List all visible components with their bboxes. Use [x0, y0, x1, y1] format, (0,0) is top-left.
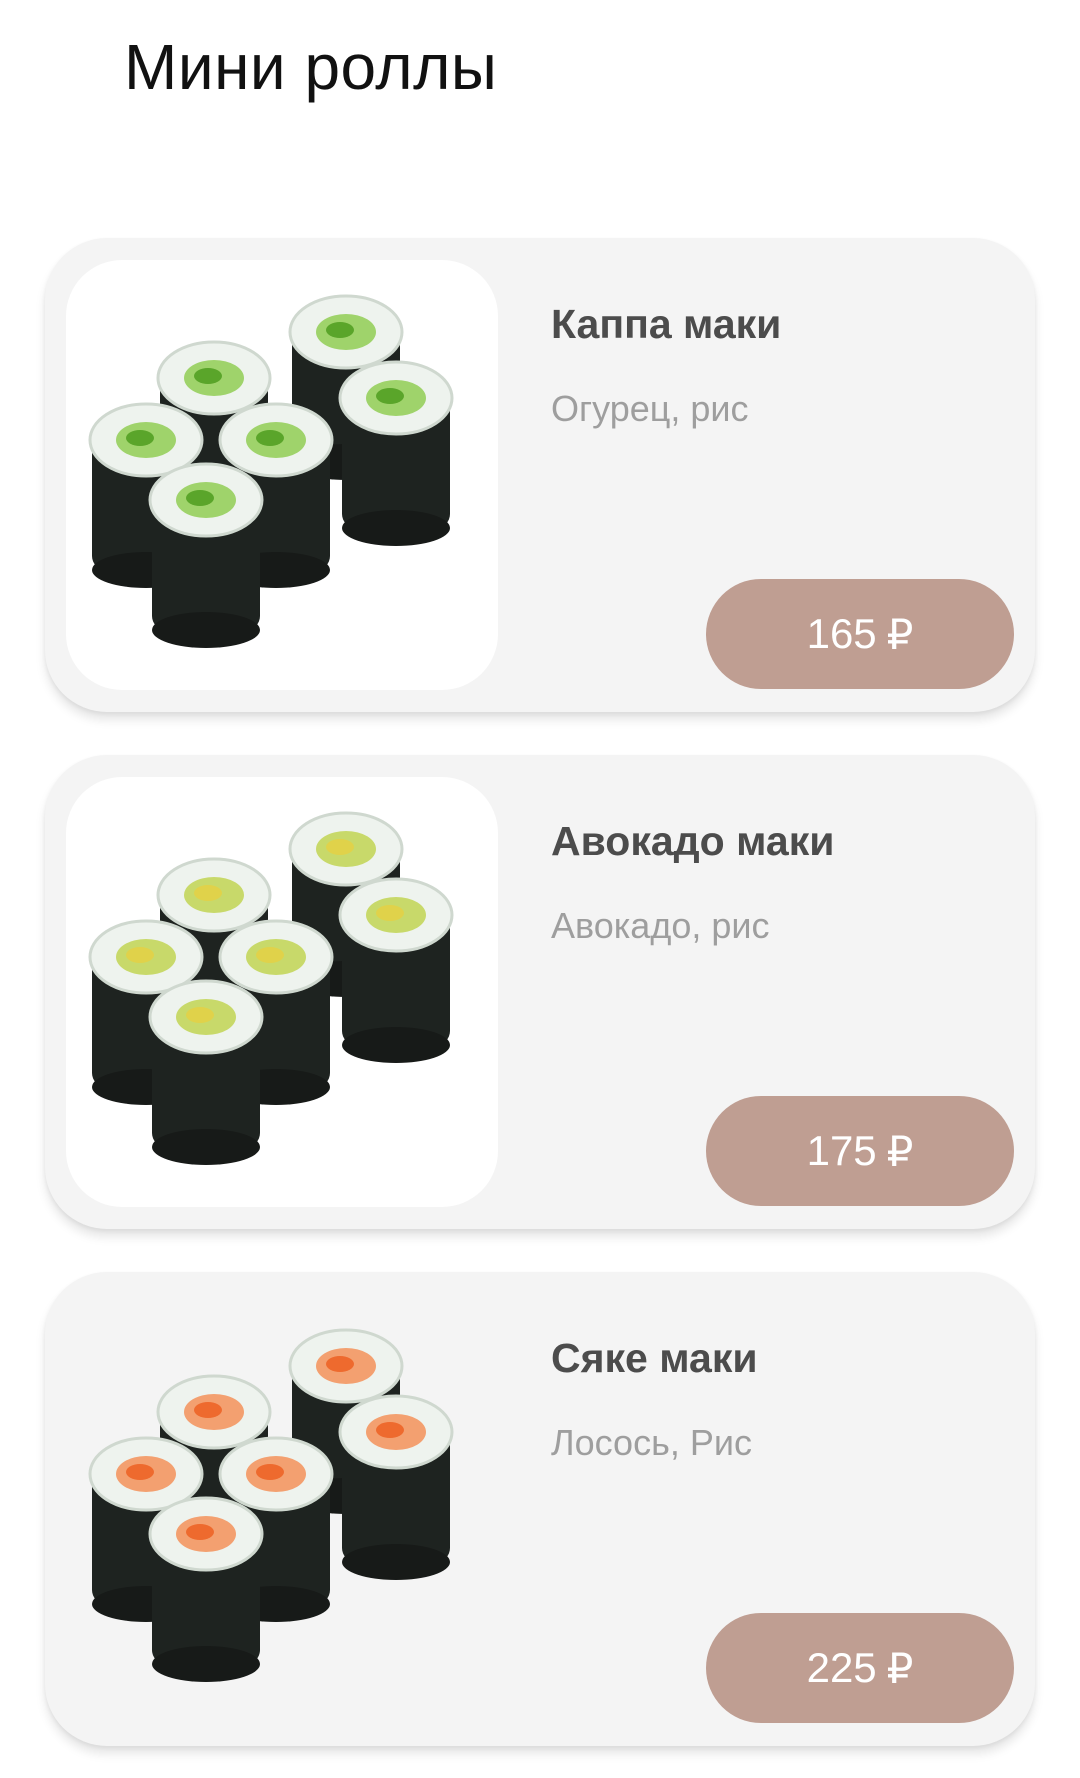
- price-button[interactable]: 175 ₽: [706, 1096, 1014, 1206]
- price-value: 165: [806, 610, 877, 657]
- product-name: Сяке маки: [551, 1335, 758, 1381]
- maki-roll-piece: [338, 877, 454, 1063]
- price-value: 175: [806, 1127, 877, 1174]
- product-card-sake-maki[interactable]: Сяке маки Лосось, Рис 225 ₽: [45, 1272, 1035, 1746]
- price-button[interactable]: 165 ₽: [706, 579, 1014, 689]
- ruble-icon: ₽: [886, 1644, 914, 1692]
- ruble-icon: ₽: [886, 1127, 914, 1175]
- maki-roll-piece: [148, 979, 264, 1165]
- maki-roll-piece: [338, 1394, 454, 1580]
- maki-roll-piece: [148, 462, 264, 648]
- product-photo-avocado-maki: [66, 777, 498, 1207]
- price-value: 225: [806, 1644, 877, 1691]
- product-description: Лосось, Рис: [551, 1422, 752, 1463]
- page-title: Мини роллы: [124, 31, 498, 103]
- maki-roll-piece: [148, 1496, 264, 1682]
- product-photo-kappa-maki: [66, 260, 498, 690]
- product-card-avocado-maki[interactable]: Авокадо маки Авокадо, рис 175 ₽: [45, 755, 1035, 1229]
- ruble-icon: ₽: [886, 610, 914, 658]
- product-description: Огурец, рис: [551, 388, 749, 429]
- product-photo-sake-maki: [66, 1294, 498, 1724]
- price-button[interactable]: 225 ₽: [706, 1613, 1014, 1723]
- product-name: Авокадо маки: [551, 818, 835, 864]
- product-description: Авокадо, рис: [551, 905, 770, 946]
- product-name: Каппа маки: [551, 301, 782, 347]
- product-card-kappa-maki[interactable]: Каппа маки Огурец, рис 165 ₽: [45, 238, 1035, 712]
- maki-roll-piece: [338, 360, 454, 546]
